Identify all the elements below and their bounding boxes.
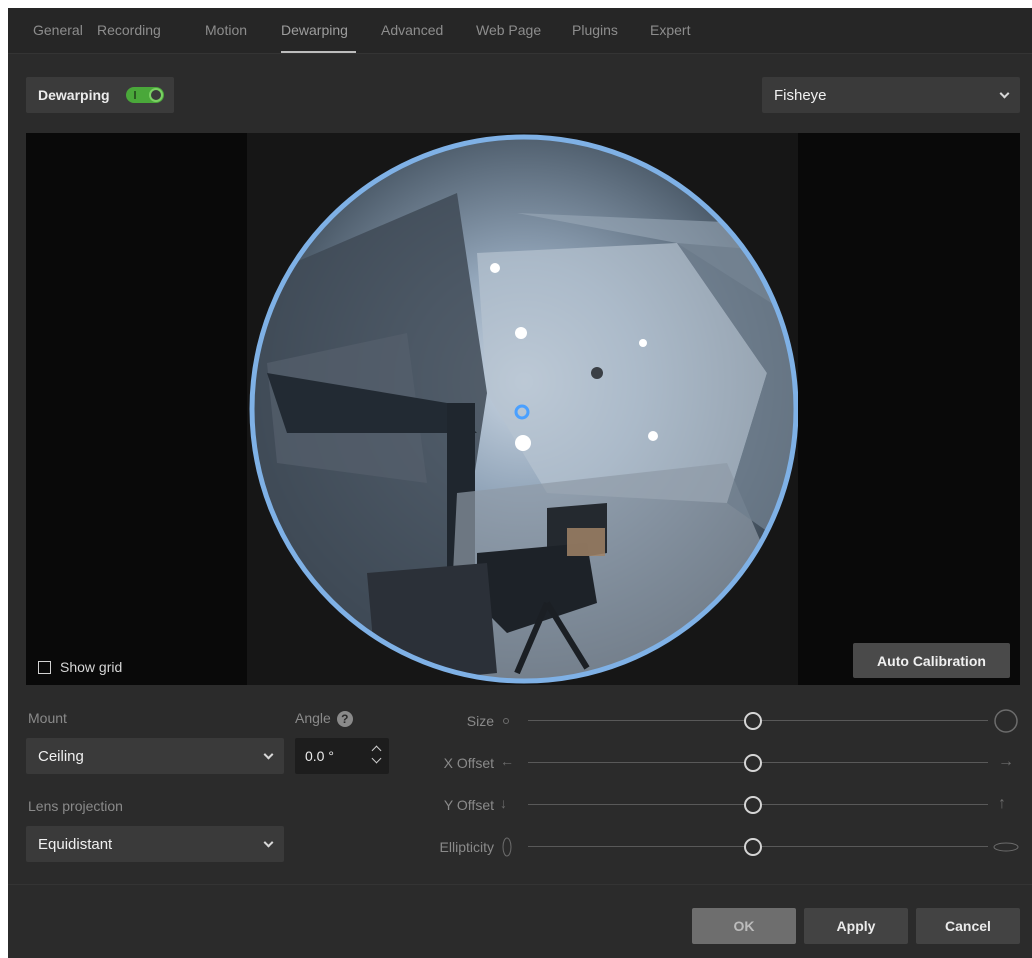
ellipticity-slider-row: Ellipticity bbox=[408, 837, 1028, 857]
switch-on-mark bbox=[134, 91, 136, 99]
switch-knob bbox=[149, 88, 163, 102]
size-label: Size bbox=[466, 713, 494, 729]
x-offset-slider-thumb[interactable] bbox=[744, 754, 763, 772]
size-slider-thumb[interactable] bbox=[744, 712, 763, 730]
apply-button[interactable]: Apply bbox=[804, 908, 908, 944]
tab-motion[interactable]: Motion bbox=[205, 22, 247, 38]
dewarping-switch[interactable] bbox=[126, 87, 164, 103]
chevron-down-icon bbox=[263, 837, 274, 848]
camera-settings-dialog: General Recording Motion Dewarping Advan… bbox=[8, 8, 1032, 958]
tab-dewarping[interactable]: Dewarping bbox=[281, 22, 348, 38]
angle-stepper[interactable] bbox=[368, 740, 386, 772]
tab-general[interactable]: General bbox=[33, 22, 83, 38]
fisheye-video-frame bbox=[247, 133, 798, 685]
show-grid-label: Show grid bbox=[60, 659, 123, 675]
size-slider-row: Size bbox=[408, 709, 1028, 733]
chevron-down-icon[interactable] bbox=[371, 753, 382, 764]
tab-plugins[interactable]: Plugins bbox=[572, 22, 618, 38]
auto-calibration-button[interactable]: Auto Calibration bbox=[853, 643, 1010, 678]
ellipticity-slider-thumb[interactable] bbox=[744, 838, 763, 856]
y-offset-label: Y Offset bbox=[443, 797, 494, 813]
show-grid-checkbox[interactable]: Show grid bbox=[38, 659, 122, 675]
fisheye-image bbox=[249, 134, 798, 684]
ok-button[interactable]: OK bbox=[692, 908, 796, 944]
angle-label-group: Angle? bbox=[295, 710, 353, 728]
view-mode-select[interactable]: Fisheye bbox=[762, 77, 1020, 113]
chevron-down-icon bbox=[999, 88, 1010, 99]
lens-projection-value: Equidistant bbox=[38, 835, 113, 853]
mount-label: Mount bbox=[28, 710, 67, 726]
arrow-up-icon: ↑ bbox=[998, 795, 1006, 812]
x-offset-slider-row: X Offset ← → bbox=[408, 753, 1028, 773]
tab-web-page[interactable]: Web Page bbox=[476, 22, 541, 38]
ellipticity-label: Ellipticity bbox=[439, 839, 494, 855]
x-offset-label: X Offset bbox=[443, 755, 494, 771]
cancel-button[interactable]: Cancel bbox=[916, 908, 1020, 944]
tab-recording[interactable]: Recording bbox=[97, 22, 161, 38]
camera-preview[interactable]: Show grid Auto Calibration bbox=[26, 133, 1020, 685]
checkbox-box[interactable] bbox=[38, 660, 51, 674]
view-mode-value: Fisheye bbox=[774, 86, 827, 104]
arrow-left-icon: ← bbox=[500, 753, 514, 769]
chevron-down-icon bbox=[263, 749, 274, 760]
mount-value: Ceiling bbox=[38, 747, 84, 765]
y-offset-slider-row: Y Offset ↓ ↑ bbox=[408, 795, 1028, 815]
small-circle-icon bbox=[503, 718, 509, 724]
lens-projection-label: Lens projection bbox=[28, 798, 123, 814]
tab-expert[interactable]: Expert bbox=[650, 22, 690, 38]
active-tab-indicator bbox=[281, 51, 356, 53]
angle-value[interactable]: 0.0 ° bbox=[305, 748, 334, 764]
dewarping-toggle-label: Dewarping bbox=[38, 87, 110, 103]
mount-select[interactable]: Ceiling bbox=[26, 738, 284, 774]
horizontal-ellipse-icon bbox=[993, 842, 1019, 852]
footer-divider bbox=[8, 884, 1032, 885]
angle-label: Angle bbox=[295, 710, 331, 726]
arrow-right-icon: → bbox=[998, 753, 1014, 770]
large-circle-icon bbox=[994, 709, 1018, 733]
tab-advanced[interactable]: Advanced bbox=[381, 22, 443, 38]
help-icon[interactable]: ? bbox=[336, 711, 353, 728]
vertical-ellipse-icon bbox=[502, 837, 512, 857]
dewarping-toggle-button[interactable]: Dewarping bbox=[26, 77, 174, 113]
fisheye-scene bbox=[252, 193, 796, 681]
arrow-down-icon: ↓ bbox=[500, 795, 507, 811]
y-offset-slider-thumb[interactable] bbox=[744, 796, 763, 814]
lens-projection-select[interactable]: Equidistant bbox=[26, 826, 284, 862]
tab-bar: General Recording Motion Dewarping Advan… bbox=[8, 8, 1032, 54]
